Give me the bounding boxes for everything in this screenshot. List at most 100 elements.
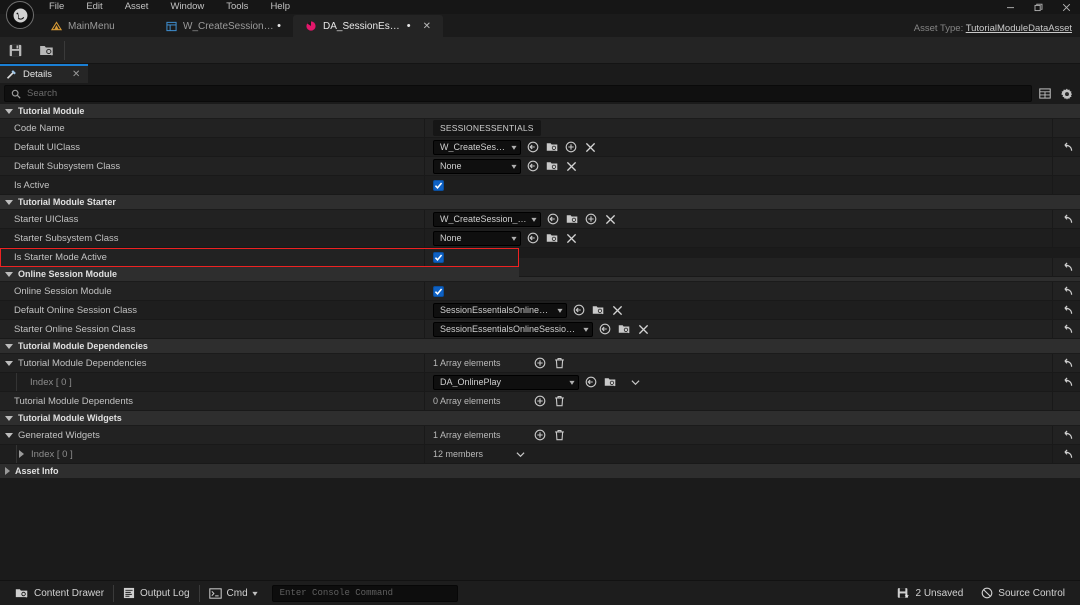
category-header-tutorial-module[interactable]: Tutorial Module — [0, 104, 1080, 119]
default-online-session-class-combo[interactable]: SessionEssentialsOnlineSession ▾ — [433, 302, 567, 318]
reset-to-default-button[interactable] — [1060, 212, 1074, 226]
starter-subsystem-class-combo[interactable]: None ▾ — [433, 230, 521, 246]
source-control-button[interactable]: Source Control — [972, 584, 1074, 603]
add-element-icon[interactable] — [533, 394, 547, 408]
tab-w-createsession-starter[interactable]: W_CreateSession_Sta… • — [153, 15, 293, 37]
output-log-button[interactable]: Output Log — [114, 584, 198, 603]
element-menu-icon[interactable] — [513, 447, 527, 461]
search-input[interactable]: Search — [4, 85, 1032, 102]
property-row-is-starter-mode-active[interactable]: Is Starter Mode Active — [0, 248, 519, 267]
details-panel-tab[interactable]: Details ✕ — [0, 64, 89, 83]
reset-to-default-button[interactable] — [1060, 322, 1074, 336]
chevron-down-icon[interactable] — [5, 271, 13, 277]
online-session-module-checkbox[interactable] — [433, 285, 444, 297]
expander-toggle[interactable] — [16, 450, 27, 458]
tab-mainmenu[interactable]: MainMenu — [38, 15, 153, 37]
delete-all-icon[interactable] — [552, 394, 566, 408]
add-element-icon[interactable] — [533, 428, 547, 442]
property-row-code-name[interactable]: Code Name SESSIONESSENTIALS — [0, 119, 1080, 138]
dependency-asset-combo[interactable]: DA_OnlinePlay ▾ — [433, 374, 579, 390]
find-in-content-browser-icon[interactable] — [617, 322, 631, 336]
use-selected-icon[interactable] — [564, 140, 578, 154]
property-row-tutorial-module-dependencies[interactable]: Tutorial Module Dependencies 1 Array ele… — [0, 354, 1080, 373]
find-in-content-browser-icon[interactable] — [591, 303, 605, 317]
details-panel-close-icon[interactable]: ✕ — [72, 69, 80, 80]
reset-to-default-button[interactable] — [1060, 284, 1074, 298]
content-drawer-button[interactable]: Content Drawer — [6, 584, 113, 603]
menu-item-window[interactable]: Window — [159, 0, 215, 14]
property-row-default-subsystem-class[interactable]: Default Subsystem Class None ▾ — [0, 157, 1080, 176]
starter-online-session-class-combo[interactable]: SessionEssentialsOnlineSession_Starter ▾ — [433, 321, 593, 337]
chevron-down-icon[interactable] — [5, 199, 13, 205]
unreal-engine-logo-button[interactable] — [6, 1, 34, 29]
chevron-down-icon[interactable] — [5, 343, 13, 349]
expander-toggle[interactable] — [3, 432, 14, 438]
console-command-input[interactable]: Enter Console Command — [271, 584, 458, 602]
find-in-content-browser-icon[interactable] — [545, 231, 559, 245]
find-in-content-browser-icon[interactable] — [545, 140, 559, 154]
find-in-content-browser-icon[interactable] — [545, 159, 559, 173]
settings-button[interactable] — [1058, 85, 1076, 103]
property-row-starter-uiclass[interactable]: Starter UIClass W_CreateSession_Starter … — [0, 210, 1080, 229]
browse-asset-icon[interactable] — [598, 322, 612, 336]
expander-toggle[interactable] — [3, 360, 14, 366]
details-property-tree[interactable]: Tutorial Module Code Name SESSIONESSENTI… — [0, 104, 1080, 580]
clear-icon[interactable] — [564, 231, 578, 245]
menu-item-edit[interactable]: Edit — [75, 0, 113, 14]
category-header-tutorial-module-starter[interactable]: Tutorial Module Starter — [0, 195, 1080, 210]
property-row-default-online-session-class[interactable]: Default Online Session Class SessionEsse… — [0, 301, 1080, 320]
property-row-default-uiclass[interactable]: Default UIClass W_CreateSession ▾ — [0, 138, 1080, 157]
reset-to-default-button[interactable] — [1060, 447, 1074, 461]
property-row-dependency-index-0[interactable]: Index [ 0 ] DA_OnlinePlay ▾ — [0, 373, 1080, 392]
find-in-content-browser-icon[interactable] — [603, 375, 617, 389]
add-element-icon[interactable] — [533, 356, 547, 370]
starter-uiclass-combo[interactable]: W_CreateSession_Starter ▾ — [433, 211, 541, 227]
chevron-down-icon[interactable]: ▾ — [252, 589, 257, 598]
menu-item-tools[interactable]: Tools — [215, 0, 259, 14]
browse-asset-icon[interactable] — [526, 159, 540, 173]
category-header-tutorial-module-dependencies[interactable]: Tutorial Module Dependencies — [0, 339, 1080, 354]
default-subsystem-class-combo[interactable]: None ▾ — [433, 158, 521, 174]
save-button[interactable] — [0, 38, 31, 63]
browse-asset-icon[interactable] — [526, 140, 540, 154]
category-header-tutorial-module-widgets[interactable]: Tutorial Module Widgets — [0, 411, 1080, 426]
browse-content-button[interactable] — [31, 38, 62, 63]
property-row-generated-widgets[interactable]: Generated Widgets 1 Array elements — [0, 426, 1080, 445]
delete-all-icon[interactable] — [552, 428, 566, 442]
property-row-widget-index-0[interactable]: Index [ 0 ] 12 members — [0, 445, 1080, 464]
is-active-checkbox[interactable] — [433, 179, 444, 191]
property-row-tutorial-module-dependents[interactable]: Tutorial Module Dependents 0 Array eleme… — [0, 392, 1080, 411]
clear-icon[interactable] — [610, 303, 624, 317]
use-selected-icon[interactable] — [584, 212, 598, 226]
menu-item-help[interactable]: Help — [259, 0, 301, 14]
default-uiclass-combo[interactable]: W_CreateSession ▾ — [433, 139, 521, 155]
asset-type-value[interactable]: TutorialModuleDataAsset — [966, 23, 1072, 34]
browse-asset-icon[interactable] — [572, 303, 586, 317]
is-starter-mode-active-checkbox[interactable] — [433, 251, 444, 263]
browse-asset-icon[interactable] — [546, 212, 560, 226]
reset-to-default-button[interactable] — [1060, 428, 1074, 442]
category-header-asset-info[interactable]: Asset Info — [0, 464, 1080, 479]
reset-to-default-button[interactable] — [1060, 356, 1074, 370]
delete-all-icon[interactable] — [552, 356, 566, 370]
tab-close-button[interactable]: ✕ — [423, 21, 431, 32]
reset-to-default-button[interactable] — [1060, 260, 1074, 274]
reset-to-default-button[interactable] — [1060, 375, 1074, 389]
close-window-button[interactable] — [1052, 0, 1080, 14]
tab-da-sessionessentials[interactable]: DA_SessionEssentials • ✕ — [293, 15, 443, 37]
clear-icon[interactable] — [564, 159, 578, 173]
cmd-button[interactable]: Cmd ▾ — [200, 584, 266, 603]
browse-asset-icon[interactable] — [526, 231, 540, 245]
minimize-button[interactable] — [996, 0, 1024, 14]
maximize-button[interactable] — [1024, 0, 1052, 14]
unsaved-assets-button[interactable]: 2 Unsaved — [888, 584, 972, 603]
chevron-down-icon[interactable] — [5, 415, 13, 421]
reset-to-default-button[interactable] — [1060, 303, 1074, 317]
property-row-is-active[interactable]: Is Active — [0, 176, 1080, 195]
clear-icon[interactable] — [583, 140, 597, 154]
property-row-online-session-module[interactable]: Online Session Module — [0, 282, 1080, 301]
find-in-content-browser-icon[interactable] — [565, 212, 579, 226]
chevron-right-icon[interactable] — [5, 467, 10, 475]
clear-icon[interactable] — [636, 322, 650, 336]
element-menu-icon[interactable] — [628, 375, 642, 389]
